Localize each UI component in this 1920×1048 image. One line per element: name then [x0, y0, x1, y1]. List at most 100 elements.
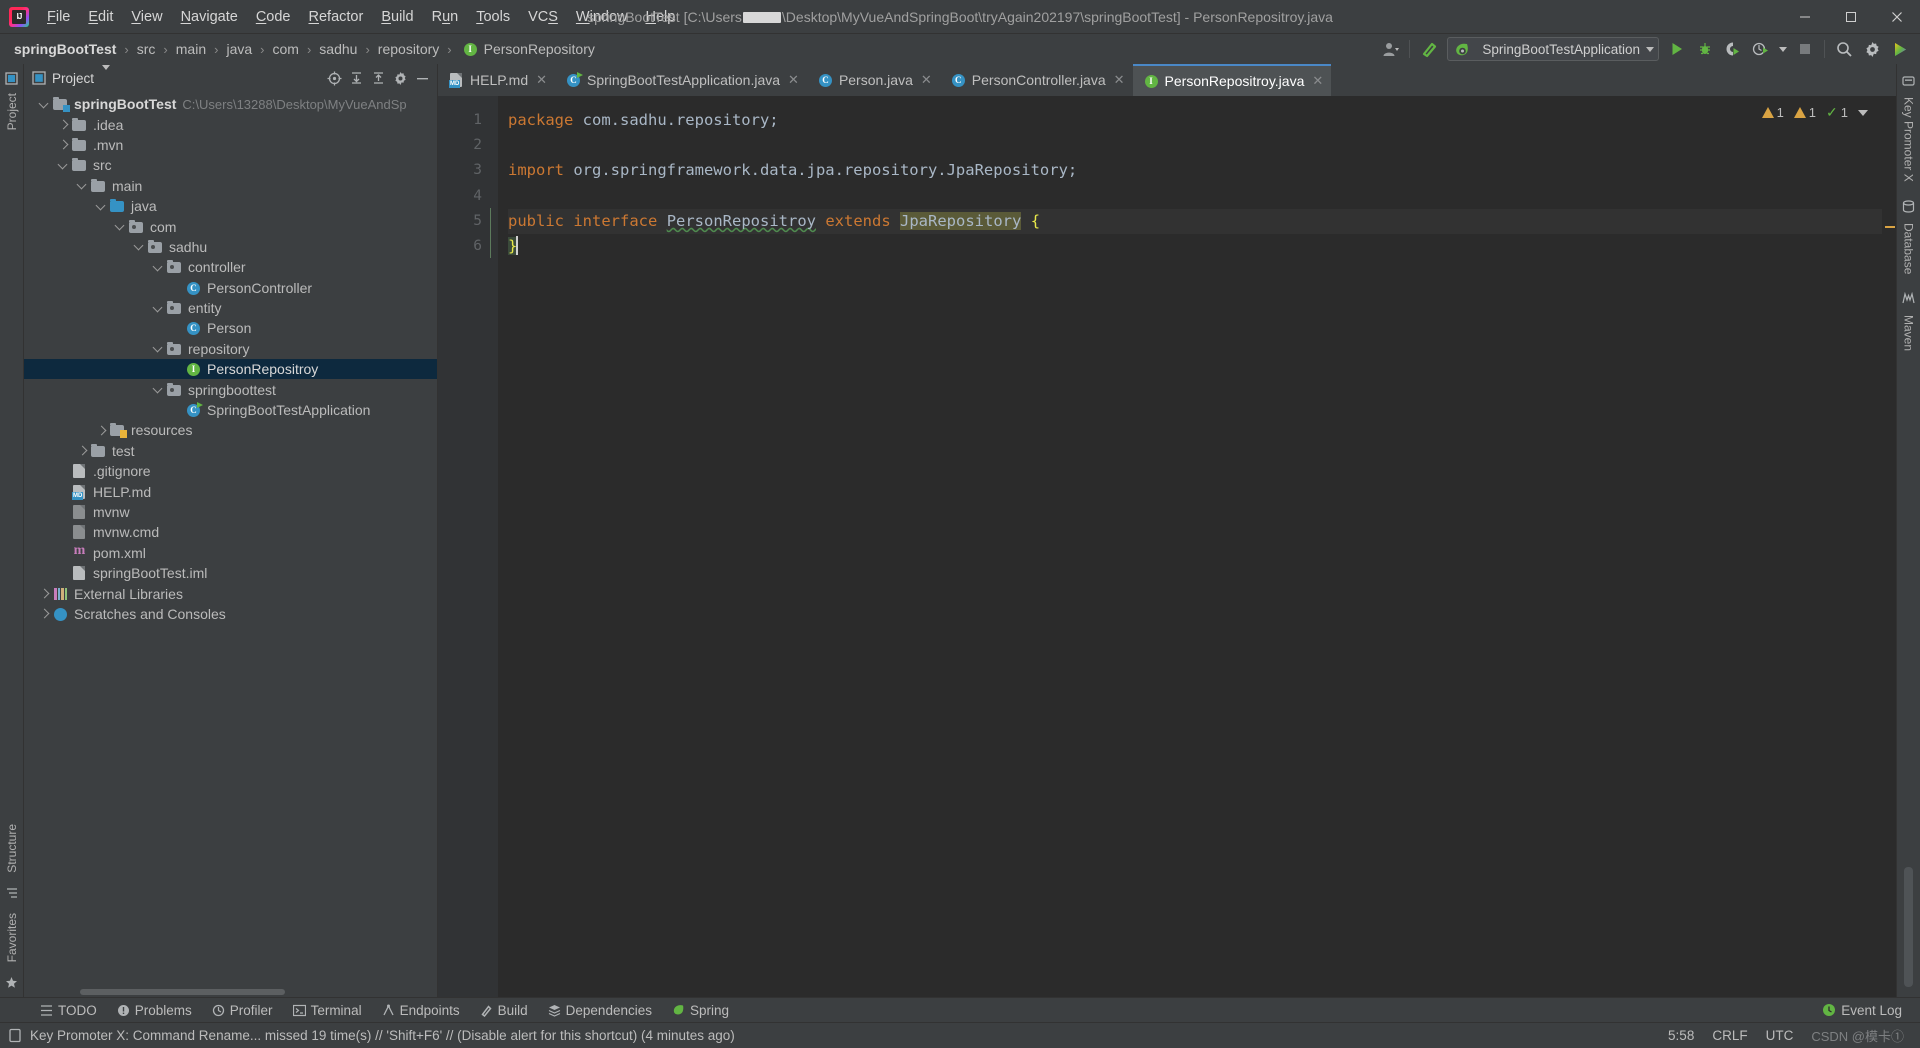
search-everywhere-icon[interactable]	[1830, 36, 1858, 62]
menu-window[interactable]: Window	[567, 5, 637, 29]
tool-window-button-todo[interactable]: TODO	[30, 1001, 107, 1020]
breadcrumb-item-3[interactable]: java	[224, 39, 254, 59]
code-line-6[interactable]: }	[508, 234, 1882, 259]
project-horizontal-scrollbar[interactable]	[24, 987, 437, 997]
tree-node-repository[interactable]: repository	[24, 339, 437, 359]
code-line-5[interactable]: public interface PersonRepositroy extend…	[508, 208, 1882, 234]
chevron-down-icon[interactable]	[1858, 109, 1868, 116]
stop-icon[interactable]	[1791, 36, 1819, 62]
code-content[interactable]: package com.sadhu.repository; import org…	[498, 96, 1882, 997]
breadcrumb-item-4[interactable]: com	[271, 39, 301, 59]
hammer-build-icon[interactable]	[1415, 36, 1443, 62]
tree-node-pom-xml[interactable]: m pom.xml	[24, 543, 437, 563]
inspection-widget[interactable]: 1 1 ✓ 1	[1761, 104, 1868, 121]
chevron-right-icon[interactable]	[38, 607, 51, 620]
run-icon[interactable]	[1663, 36, 1691, 62]
breadcrumb-item-6[interactable]: repository	[376, 39, 441, 59]
tool-window-button-endpoints[interactable]: Endpoints	[372, 1001, 470, 1020]
tree-node-scratches-and-consoles[interactable]: Scratches and Consoles	[24, 604, 437, 624]
close-tab-icon[interactable]: ✕	[1114, 72, 1125, 88]
editor-tab-person-java[interactable]: C Person.java ✕	[807, 64, 940, 96]
sidebar-item-database[interactable]: Database	[1898, 215, 1920, 282]
menu-tools[interactable]: Tools	[467, 5, 519, 29]
chevron-down-icon[interactable]	[152, 261, 165, 274]
tree-node--idea[interactable]: .idea	[24, 114, 437, 134]
close-tab-icon[interactable]: ✕	[536, 72, 547, 88]
tree-node-test[interactable]: test	[24, 441, 437, 461]
tree-node-src[interactable]: src	[24, 155, 437, 175]
tree-node-resources[interactable]: resources	[24, 420, 437, 440]
breadcrumb-item-7[interactable]: PersonRepository	[482, 39, 597, 59]
chevron-down-icon[interactable]	[152, 383, 165, 396]
chevron-down-icon[interactable]	[1646, 46, 1654, 52]
editor-tab-help-md[interactable]: MD HELP.md ✕	[438, 64, 555, 96]
tree-node-com[interactable]: com	[24, 216, 437, 236]
chevron-down-icon[interactable]	[38, 98, 51, 111]
expand-all-icon[interactable]	[345, 67, 367, 89]
editor-tab-personrepositroy-java[interactable]: I PersonRepositroy.java ✕	[1132, 64, 1332, 96]
tool-window-button-dependencies[interactable]: Dependencies	[538, 1001, 662, 1020]
tool-window-button-problems[interactable]: Problems	[107, 1001, 202, 1020]
tree-node-mvnw[interactable]: mvnw	[24, 502, 437, 522]
tree-node--gitignore[interactable]: .gitignore	[24, 461, 437, 481]
code-editor[interactable]: 123456 package com.sadhu.repository; imp…	[438, 96, 1896, 997]
code-folding-column[interactable]	[484, 96, 498, 997]
chevron-right-icon[interactable]	[57, 118, 70, 131]
breadcrumb-item-2[interactable]: main	[174, 39, 208, 59]
chevron-down-icon[interactable]	[1775, 36, 1791, 62]
chevron-down-icon[interactable]	[133, 240, 146, 253]
locate-icon[interactable]	[323, 67, 345, 89]
chevron-right-icon[interactable]	[38, 587, 51, 600]
breadcrumb-item-1[interactable]: src	[135, 39, 158, 59]
right-rail-scrollbar[interactable]	[1904, 867, 1913, 987]
breadcrumb-item-0[interactable]: springBootTest	[12, 39, 118, 59]
tree-node-person[interactable]: C Person	[24, 318, 437, 338]
close-tab-icon[interactable]: ✕	[921, 72, 932, 88]
minimize-button[interactable]	[1782, 0, 1828, 34]
line-separator[interactable]: CRLF	[1712, 1028, 1747, 1043]
maximize-button[interactable]	[1828, 0, 1874, 34]
code-line-4[interactable]	[508, 184, 1882, 209]
tree-node-springboottest[interactable]: springboottest	[24, 379, 437, 399]
close-button[interactable]	[1874, 0, 1920, 34]
menu-file[interactable]: File	[38, 5, 79, 29]
tree-node-entity[interactable]: entity	[24, 298, 437, 318]
tree-node-help-md[interactable]: MD HELP.md	[24, 481, 437, 501]
menu-view[interactable]: View	[122, 5, 171, 29]
breadcrumb-item-5[interactable]: sadhu	[317, 39, 359, 59]
warnings-indicator[interactable]: 1	[1761, 105, 1784, 120]
code-line-3[interactable]: import org.springframework.data.jpa.repo…	[508, 158, 1882, 183]
editor-vertical-scrollbar[interactable]	[1882, 96, 1896, 997]
user-icon[interactable]	[1376, 36, 1404, 62]
run-configuration-selector[interactable]: SpringBootTestApplication	[1447, 37, 1659, 61]
status-message[interactable]: Key Promoter X: Command Rename... missed…	[30, 1028, 735, 1043]
tree-node-main[interactable]: main	[24, 176, 437, 196]
profiler-icon[interactable]	[1747, 36, 1775, 62]
editor-tab-springboottestapplication-java[interactable]: C SpringBootTestApplication.java ✕	[555, 64, 807, 96]
tool-window-button-spring[interactable]: Spring	[662, 1001, 739, 1020]
menu-navigate[interactable]: Navigate	[172, 5, 247, 29]
menu-code[interactable]: Code	[247, 5, 300, 29]
tree-node-springboottestapplication[interactable]: C SpringBootTestApplication	[24, 400, 437, 420]
menu-vcs[interactable]: VCS	[519, 5, 567, 29]
event-log-button[interactable]: Event Log	[1812, 1001, 1912, 1020]
weak-warnings-indicator[interactable]: 1	[1793, 105, 1816, 120]
settings-icon[interactable]	[1858, 36, 1886, 62]
sidebar-item-maven[interactable]: Maven	[1898, 307, 1920, 359]
tree-node-java[interactable]: java	[24, 196, 437, 216]
encoding[interactable]: UTC	[1766, 1028, 1794, 1043]
tree-node-controller[interactable]: controller	[24, 257, 437, 277]
notification-icon[interactable]	[8, 1028, 22, 1043]
updates-icon[interactable]	[1886, 36, 1914, 62]
menu-build[interactable]: Build	[372, 5, 422, 29]
run-coverage-icon[interactable]	[1719, 36, 1747, 62]
settings-icon[interactable]	[389, 67, 411, 89]
sidebar-item-favorites[interactable]: Favorites	[1, 905, 23, 970]
chevron-right-icon[interactable]	[57, 138, 70, 151]
tree-node-personrepositroy[interactable]: I PersonRepositroy	[24, 359, 437, 380]
tree-node-springboottest[interactable]: springBootTest C:\Users\13288\Desktop\MyV…	[24, 94, 437, 114]
code-line-2[interactable]	[508, 133, 1882, 158]
tree-node-external-libraries[interactable]: External Libraries	[24, 583, 437, 603]
sidebar-item-structure[interactable]: Structure	[1, 816, 23, 881]
editor-tab-personcontroller-java[interactable]: C PersonController.java ✕	[940, 64, 1133, 96]
